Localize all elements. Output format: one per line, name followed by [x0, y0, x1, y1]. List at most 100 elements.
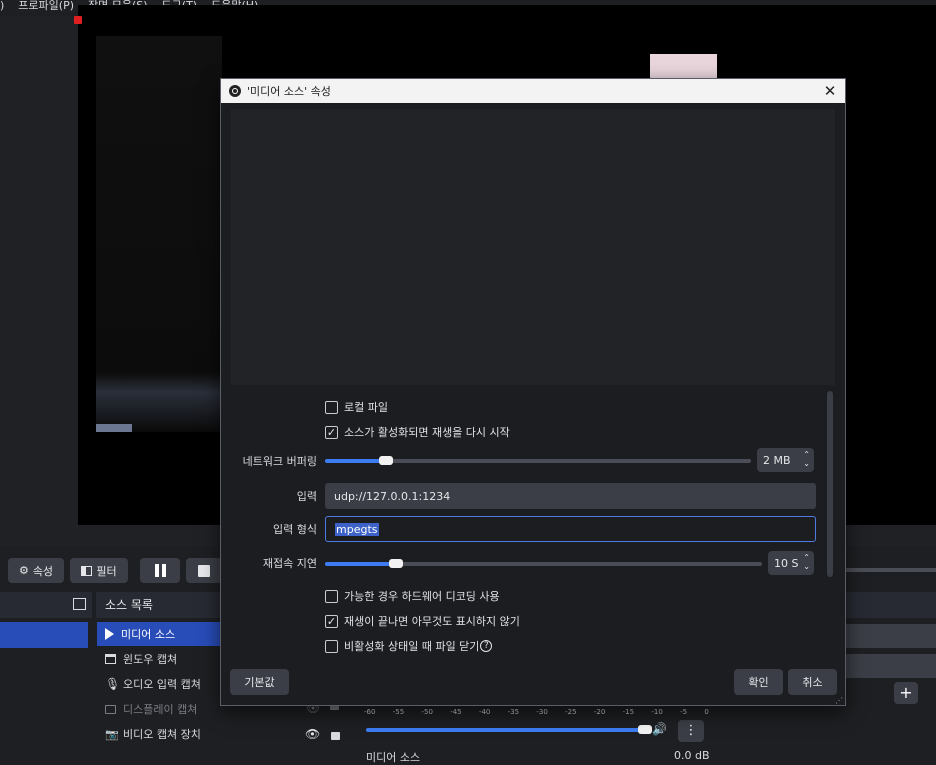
- local-file-label: 로컬 파일: [344, 401, 388, 414]
- scenes-panel-header: [0, 592, 92, 618]
- audio-mixer: -60 -55 -50 -45 -40 -35 -30 -25 -20 -15 -10 -5 0 🔊 ⋮…: [358, 700, 723, 764]
- video-strip: [96, 424, 132, 432]
- source-item-display-capture[interactable]: 디스플레이 캡쳐: [97, 697, 225, 721]
- input-label: 입력: [296, 490, 317, 503]
- transition-duration[interactable]: [846, 654, 936, 678]
- camera-icon: 📷: [105, 727, 119, 741]
- filters-label: 필터: [96, 564, 117, 578]
- properties-dialog: '미디어 소스' 속성 ✕ 로컬 파일 ✓ 소스가 활성화되면 재생을 다시 시…: [220, 78, 846, 706]
- dialog-scrollbar[interactable]: [827, 391, 833, 577]
- network-buffering-slider[interactable]: [325, 456, 751, 465]
- show-nothing-checkbox-row[interactable]: ✓ 재생이 끝나면 아무것도 표시하지 않기: [325, 613, 520, 629]
- properties-label: 속성: [32, 564, 54, 578]
- local-file-checkbox-row[interactable]: 로컬 파일: [325, 399, 388, 415]
- ok-button[interactable]: 확인: [734, 669, 783, 695]
- source-item-label: 디스플레이 캡쳐: [123, 703, 198, 716]
- input-format-label: 입력 형식: [273, 523, 317, 536]
- source-item-label: 윈도우 캡쳐: [123, 653, 178, 666]
- undock-icon[interactable]: [73, 598, 86, 610]
- stop-icon: [198, 564, 210, 577]
- cancel-button[interactable]: 취소: [788, 669, 837, 695]
- hw-decode-label: 가능한 경우 하드웨어 디코딩 사용: [344, 590, 500, 603]
- help-icon[interactable]: ?: [480, 640, 493, 652]
- defaults-button[interactable]: 기본값: [230, 669, 289, 695]
- source-item-video-capture[interactable]: 📷 비디오 캡쳐 장치: [97, 722, 225, 746]
- defaults-button-label: 기본값: [244, 676, 275, 689]
- sources-panel-header: 소스 목록: [96, 592, 220, 618]
- close-file-checkbox-row[interactable]: 비활성화 상태일 때 파일 닫기 ?: [325, 638, 493, 654]
- source-item-label: 오디오 입력 캡쳐: [123, 678, 201, 691]
- network-buffering-value: 2 MB: [763, 453, 791, 467]
- close-file-checkbox[interactable]: [325, 639, 338, 653]
- seek-bar[interactable]: [846, 568, 936, 572]
- reconnect-delay-slider[interactable]: [325, 559, 762, 568]
- source-item-window-capture[interactable]: 윈도우 캡쳐: [97, 647, 225, 671]
- reconnect-delay-thumb[interactable]: [388, 559, 403, 568]
- close-file-label: 비활성화 상태일 때 파일 닫기: [344, 640, 480, 653]
- preview-highlight: [650, 54, 717, 78]
- transition-dropdown[interactable]: [846, 624, 936, 648]
- gear-icon: ⚙: [18, 564, 29, 577]
- hw-decode-checkbox-row[interactable]: 가능한 경우 하드웨어 디코딩 사용: [325, 588, 500, 604]
- menu-item-profile[interactable]: 프로파일(P): [11, 0, 81, 16]
- show-nothing-checkbox[interactable]: ✓: [325, 614, 338, 628]
- scene-item-selected[interactable]: [0, 622, 88, 648]
- menu-item-fragment[interactable]: ): [0, 0, 11, 16]
- sources-panel-title: 소스 목록: [105, 598, 153, 612]
- reconnect-delay-value: 10 S: [774, 556, 799, 570]
- filters-button[interactable]: 필터: [70, 558, 128, 583]
- input-format-field[interactable]: mpegts: [325, 516, 816, 542]
- mixer-channel-name: 미디어 소스: [366, 751, 421, 764]
- resize-grip-icon[interactable]: ⋰: [835, 696, 843, 705]
- network-buffering-fill: [325, 459, 385, 463]
- restart-label: 소스가 활성화되면 재생을 다시 시작: [344, 426, 510, 439]
- input-url-field[interactable]: udp://127.0.0.1:1234: [325, 483, 816, 509]
- reconnect-delay-fill: [325, 562, 395, 566]
- dialog-title-bar: '미디어 소스' 속성: [221, 79, 845, 103]
- input-format-value: mpegts: [335, 522, 379, 536]
- input-url-value: udp://127.0.0.1:1234: [334, 489, 451, 503]
- play-icon: [105, 628, 114, 640]
- pause-icon: [154, 564, 166, 577]
- source-item-label: 미디어 소스: [121, 628, 176, 641]
- spin-arrows-icon[interactable]: ⌃ ⌄: [803, 553, 810, 571]
- ok-button-label: 확인: [748, 676, 769, 689]
- monitor-icon: [105, 704, 116, 714]
- hw-decode-checkbox[interactable]: [325, 589, 338, 603]
- source-item-label: 비디오 캡쳐 장치: [123, 728, 201, 741]
- network-buffering-thumb[interactable]: [378, 456, 393, 465]
- network-buffering-label: 네트워크 버퍼링: [242, 455, 317, 468]
- volume-slider-thumb[interactable]: [638, 725, 652, 734]
- transition-panel-header: [846, 592, 936, 618]
- reconnect-delay-spinbox[interactable]: 10 S ⌃ ⌄: [768, 551, 814, 575]
- properties-button[interactable]: ⚙ 속성: [8, 558, 64, 583]
- network-buffering-spinbox[interactable]: 2 MB ⌃ ⌄: [757, 448, 814, 472]
- volume-slider[interactable]: [366, 725, 652, 734]
- dialog-title: '미디어 소스' 속성: [247, 85, 331, 98]
- show-nothing-label: 재생이 끝나면 아무것도 표시하지 않기: [344, 615, 520, 628]
- source-item-media[interactable]: 미디어 소스: [97, 622, 225, 646]
- recording-marker: [74, 16, 82, 24]
- mic-icon: 🎙: [105, 677, 121, 691]
- restart-checkbox-row[interactable]: ✓ 소스가 활성화되면 재생을 다시 시작: [325, 424, 510, 440]
- mixer-channel-level: 0.0 dB: [674, 749, 710, 762]
- window-icon: [105, 654, 116, 664]
- meter-scale: -60 -55 -50 -45 -40 -35 -30 -25 -20 -15 -10 -5 0: [364, 708, 709, 716]
- source-item-audio-input[interactable]: 🎙 오디오 입력 캡쳐: [97, 672, 225, 696]
- restart-checkbox[interactable]: ✓: [325, 425, 338, 439]
- add-transition-button[interactable]: +: [894, 682, 918, 704]
- close-icon[interactable]: ✕: [821, 81, 839, 101]
- visibility-icon[interactable]: 👁: [305, 727, 320, 741]
- speaker-icon[interactable]: 🔊: [652, 722, 667, 736]
- video-frame: [96, 36, 222, 432]
- filter-icon: [81, 565, 93, 576]
- local-file-checkbox[interactable]: [325, 400, 338, 414]
- lock-icon[interactable]: [331, 732, 340, 740]
- stop-button[interactable]: [186, 558, 222, 583]
- cancel-button-label: 취소: [802, 676, 823, 689]
- obs-logo-icon: [229, 85, 241, 97]
- pause-button[interactable]: [140, 558, 180, 583]
- spin-arrows-icon[interactable]: ⌃ ⌄: [803, 450, 810, 468]
- dialog-preview: [231, 109, 835, 385]
- mixer-menu-button[interactable]: ⋮: [678, 720, 704, 742]
